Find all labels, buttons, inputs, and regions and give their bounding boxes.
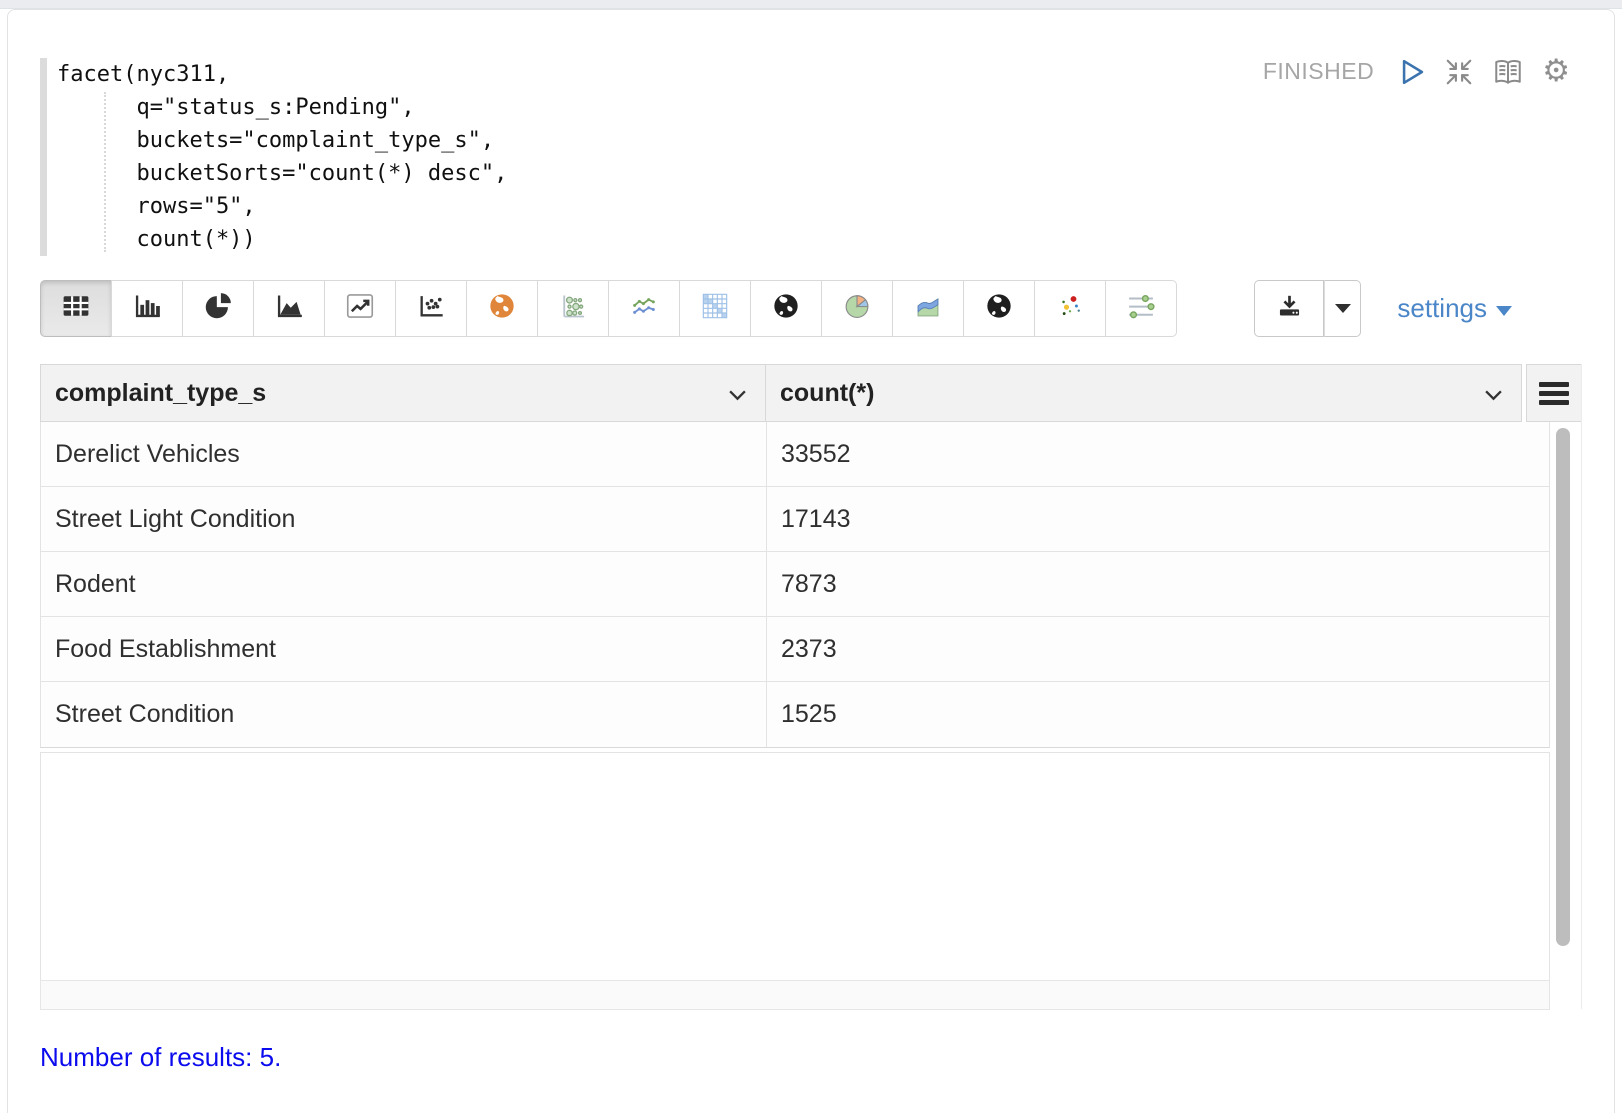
chart-btn-bubble-matrix[interactable] <box>537 280 609 337</box>
globe-dark-icon <box>772 292 800 325</box>
chart-btn-pie[interactable] <box>182 280 254 337</box>
bar-chart-icon <box>133 292 161 325</box>
cell-complaint-type: Derelict Vehicles <box>41 422 766 486</box>
range-sliders-icon <box>1126 291 1156 326</box>
globe-dark-icon <box>985 292 1013 325</box>
code-line: q="status_s:Pending", <box>57 95 415 120</box>
chart-btn-line[interactable] <box>324 280 396 337</box>
stacked-area-chart-icon <box>914 292 942 325</box>
chart-btn-multi-line[interactable] <box>608 280 680 337</box>
area-chart-icon <box>275 292 303 325</box>
hamburger-menu-icon <box>1539 382 1569 405</box>
download-icon <box>1276 293 1303 325</box>
column-header-count[interactable]: count(*) <box>766 364 1522 422</box>
chart-btn-heatmap[interactable] <box>679 280 751 337</box>
table-row: Food Establishment 2373 <box>41 617 1549 682</box>
table-icon <box>62 293 90 324</box>
cell-complaint-type: Street Light Condition <box>41 487 766 551</box>
code-editor[interactable]: facet(nyc311, q="status_s:Pending", buck… <box>40 58 1582 256</box>
chart-btn-scatter[interactable] <box>395 280 467 337</box>
heatmap-icon <box>701 292 729 325</box>
code-line: facet(nyc311, <box>57 62 229 87</box>
chevron-down-icon[interactable] <box>728 379 747 408</box>
table-footer-strip <box>40 980 1550 1010</box>
scatter-plot-icon <box>417 292 445 325</box>
chart-btn-globe-2[interactable] <box>963 280 1035 337</box>
chart-btn-range-sliders[interactable] <box>1105 280 1177 337</box>
chevron-down-icon[interactable] <box>1484 379 1503 408</box>
pie-chart-icon <box>204 292 232 325</box>
cell-count: 17143 <box>766 487 1549 551</box>
chart-btn-stacked-area[interactable] <box>892 280 964 337</box>
code-line: bucketSorts="count(*) desc", <box>57 161 507 186</box>
grid-menu-button[interactable] <box>1526 364 1582 422</box>
chart-btn-world-map[interactable] <box>466 280 538 337</box>
column-header-label: count(*) <box>780 379 874 408</box>
cell-complaint-type: Food Establishment <box>41 617 766 681</box>
bubble-matrix-icon <box>559 292 587 325</box>
paragraph-panel: FINISHED ⚙ facet(nyc311, q="s <box>7 9 1615 1113</box>
editor-gutter-bar <box>40 58 47 256</box>
caret-down-icon <box>1335 304 1351 313</box>
pie-chart-colored-icon <box>843 292 871 325</box>
table-row: Rodent 7873 <box>41 552 1549 617</box>
chart-btn-scatter-colored[interactable] <box>1034 280 1106 337</box>
cell-complaint-type: Rodent <box>41 552 766 616</box>
chart-btn-table[interactable] <box>40 280 112 337</box>
indent-guide <box>104 92 106 252</box>
cell-count: 1525 <box>766 682 1549 747</box>
table-row: Derelict Vehicles 33552 <box>41 422 1549 487</box>
result-table: complaint_type_s count(*) Derelict Vehic… <box>40 364 1582 1010</box>
code-line: count(*)) <box>57 227 256 252</box>
download-button[interactable] <box>1254 280 1324 337</box>
chart-type-group <box>40 280 1177 337</box>
table-empty-area <box>40 752 1550 980</box>
cell-complaint-type: Street Condition <box>41 682 766 747</box>
scatter-colored-icon <box>1056 292 1084 325</box>
table-right-border <box>1581 364 1582 1009</box>
results-count-text: Number of results: 5. <box>40 1042 1582 1073</box>
paragraph-code: facet(nyc311, q="status_s:Pending", buck… <box>57 58 507 256</box>
multi-line-chart-icon <box>630 292 658 325</box>
line-chart-icon <box>346 292 374 325</box>
vertical-scrollbar[interactable] <box>1556 428 1570 946</box>
chart-btn-area[interactable] <box>253 280 325 337</box>
code-line: buckets="complaint_type_s", <box>57 128 494 153</box>
settings-link[interactable]: settings <box>1397 293 1512 324</box>
cell-count: 33552 <box>766 422 1549 486</box>
settings-label: settings <box>1397 293 1487 324</box>
cell-count: 2373 <box>766 617 1549 681</box>
world-map-orange-icon <box>488 292 516 325</box>
table-row: Street Condition 1525 <box>41 682 1549 747</box>
chart-btn-pie-colored[interactable] <box>821 280 893 337</box>
settings-caret-icon <box>1496 306 1512 316</box>
table-body: Derelict Vehicles 33552 Street Light Con… <box>40 422 1550 748</box>
column-header-complaint-type[interactable]: complaint_type_s <box>40 364 766 422</box>
cell-count: 7873 <box>766 552 1549 616</box>
chart-btn-bar[interactable] <box>111 280 183 337</box>
code-line: rows="5", <box>57 194 256 219</box>
page-top-strip <box>0 0 1622 9</box>
column-header-label: complaint_type_s <box>55 379 266 408</box>
chart-btn-globe-1[interactable] <box>750 280 822 337</box>
download-options-button[interactable] <box>1324 280 1361 337</box>
table-row: Street Light Condition 17143 <box>41 487 1549 552</box>
visualization-toolbar: settings <box>40 280 1582 337</box>
table-header-row: complaint_type_s count(*) <box>40 364 1582 422</box>
download-button-group <box>1254 280 1361 337</box>
